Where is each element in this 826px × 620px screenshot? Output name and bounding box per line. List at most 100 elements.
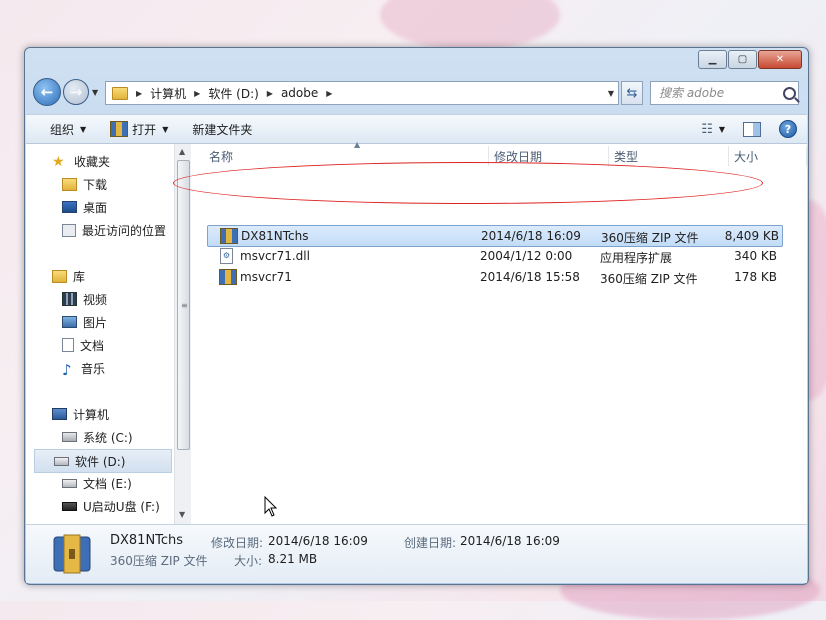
sidebar-computer[interactable]: 计算机 (52, 403, 174, 425)
nav-buttons: ← → ▼ (33, 78, 98, 106)
column-divider[interactable] (608, 146, 609, 166)
sidebar-label: 文档 (E:) (83, 476, 132, 491)
zip-archive-icon (110, 121, 129, 137)
open-label: 打开 (132, 122, 157, 137)
details-pane: DX81NTchs 360压缩 ZIP 文件 修改日期: 2014/6/18 1… (26, 524, 807, 583)
sidebar-item-pictures[interactable]: 图片 (62, 311, 174, 333)
column-header-size[interactable]: 大小 (734, 146, 758, 166)
sidebar-item-videos[interactable]: 视频 (62, 288, 174, 310)
recent-pages-dropdown-icon[interactable]: ▼ (92, 88, 98, 97)
organize-button[interactable]: 组织 ▼ (50, 121, 86, 138)
organize-label: 组织 (50, 122, 75, 137)
chevron-down-icon: ▼ (80, 124, 87, 134)
preview-pane-icon[interactable] (743, 121, 761, 137)
forward-arrow-icon: → (69, 83, 83, 101)
library-icon (52, 269, 67, 283)
file-type: 360压缩 ZIP 文件 (601, 231, 699, 245)
chevron-down-icon[interactable]: ▼ (162, 125, 168, 134)
search-icon[interactable] (783, 86, 796, 100)
details-created-value: 2014/6/18 16:09 (460, 534, 560, 548)
file-size: 8,409 KB (724, 229, 779, 243)
help-icon[interactable]: ? (779, 120, 797, 138)
zip-archive-icon (53, 534, 91, 574)
chevron-right-icon[interactable]: ▶ (267, 89, 273, 98)
drive-icon (54, 456, 69, 466)
column-divider[interactable] (728, 146, 729, 166)
sidebar-item-drive-e[interactable]: 文档 (E:) (62, 472, 174, 494)
forward-button[interactable]: → (63, 79, 89, 105)
sidebar-libraries[interactable]: 库 (52, 265, 174, 287)
sidebar-label: 视频 (83, 292, 108, 307)
file-size: 178 KB (734, 270, 777, 284)
chevron-right-icon[interactable]: ▶ (136, 89, 142, 98)
new-folder-label: 新建文件夹 (192, 122, 253, 137)
table-row[interactable]: msvcr71 2014/6/18 15:58 360压缩 ZIP 文件 178… (207, 267, 781, 287)
back-arrow-icon: ← (40, 83, 54, 101)
file-size: 340 KB (734, 249, 777, 263)
details-modified-label: 修改日期: (211, 536, 264, 550)
file-type: 应用程序扩展 (600, 251, 673, 265)
navigation-pane: ★ 收藏夹 下载 桌面 最近访问的位置 库 视频 图片 文档 ♪ 音乐 计算机 … (26, 144, 174, 524)
sidebar-item-downloads[interactable]: 下载 (62, 173, 174, 195)
sidebar-item-desktop[interactable]: 桌面 (62, 196, 174, 218)
scroll-up-icon[interactable]: ▲ (179, 147, 185, 156)
search-box[interactable] (650, 81, 799, 105)
refresh-button[interactable]: ⇆ (621, 81, 643, 105)
sidebar-label: 桌面 (83, 200, 108, 215)
details-size-value: 8.21 MB (268, 552, 318, 566)
chevron-down-icon[interactable]: ▼ (719, 125, 725, 134)
breadcrumb-computer[interactable]: 计算机 (150, 85, 186, 102)
wallpaper-petal (380, 0, 560, 50)
sidebar-label: 图片 (83, 315, 108, 330)
sidebar-item-drive-c[interactable]: 系统 (C:) (62, 426, 174, 448)
breadcrumb-adobe[interactable]: adobe (281, 86, 318, 100)
file-modified: 2014/6/18 16:09 (481, 229, 581, 243)
search-input[interactable] (657, 85, 779, 101)
back-button[interactable]: ← (33, 78, 61, 106)
zip-archive-icon (220, 228, 238, 244)
sidebar-label: U启动U盘 (F:) (83, 499, 160, 514)
maximize-button[interactable]: ▢ (728, 50, 757, 69)
mouse-cursor-icon (264, 496, 278, 517)
chevron-right-icon[interactable]: ▶ (326, 89, 332, 98)
sidebar-item-drive-f[interactable]: U启动U盘 (F:) (62, 495, 174, 517)
zip-archive-icon (219, 269, 237, 285)
table-row[interactable]: DX81NTchs 2014/6/18 16:09 360压缩 ZIP 文件 8… (207, 225, 783, 247)
minimize-button[interactable]: ▁ (698, 50, 727, 69)
close-button[interactable]: ✕ (758, 50, 802, 69)
scrollbar-thumb[interactable]: ≡ (177, 160, 190, 450)
breadcrumb-drive-d[interactable]: 软件 (D:) (208, 85, 258, 102)
column-header-name[interactable]: 名称 (209, 146, 233, 166)
music-note-icon: ♪ (62, 361, 72, 379)
sidebar-label: 收藏夹 (74, 154, 111, 169)
sort-ascending-icon: ▲ (354, 140, 361, 149)
view-controls: ☷ ▼ ? (701, 120, 797, 138)
system-drive-icon (62, 432, 77, 442)
details-created-label: 创建日期: (404, 536, 457, 550)
table-row[interactable]: ⚙ msvcr71.dll 2004/1/12 0:00 应用程序扩展 340 … (207, 246, 781, 266)
sidebar-item-music[interactable]: ♪ 音乐 (62, 357, 174, 379)
sidebar-scrollbar[interactable]: ▲ ≡ ▼ (174, 144, 191, 524)
column-header-type[interactable]: 类型 (614, 146, 638, 166)
sidebar-favorites[interactable]: ★ 收藏夹 (52, 150, 174, 172)
sidebar-label: 系统 (C:) (83, 430, 133, 445)
refresh-icon: ⇆ (626, 85, 638, 101)
sidebar-item-recent[interactable]: 最近访问的位置 (62, 219, 174, 241)
column-divider[interactable] (806, 146, 807, 166)
open-button[interactable]: 打开 ▼ (110, 121, 168, 138)
scroll-down-icon[interactable]: ▼ (179, 510, 185, 519)
chevron-right-icon[interactable]: ▶ (194, 89, 200, 98)
caption-buttons: ▁ ▢ ✕ (697, 50, 802, 69)
sidebar-item-drive-d[interactable]: 软件 (D:) (34, 449, 172, 473)
view-options-icon[interactable]: ☷ (701, 122, 713, 137)
file-modified: 2014/6/18 15:58 (480, 270, 580, 284)
file-type: 360压缩 ZIP 文件 (600, 272, 698, 286)
details-file-name: DX81NTchs (110, 533, 184, 548)
address-history-dropdown-icon[interactable]: ▼ (608, 89, 614, 98)
downloads-folder-icon (62, 177, 77, 191)
address-bar[interactable]: ▶ 计算机 ▶ 软件 (D:) ▶ adobe ▶ ▼ (105, 81, 619, 105)
file-modified: 2004/1/12 0:00 (480, 249, 573, 263)
sidebar-item-documents[interactable]: 文档 (62, 334, 174, 356)
new-folder-button[interactable]: 新建文件夹 (192, 121, 252, 138)
details-file-type: 360压缩 ZIP 文件 (110, 554, 208, 568)
